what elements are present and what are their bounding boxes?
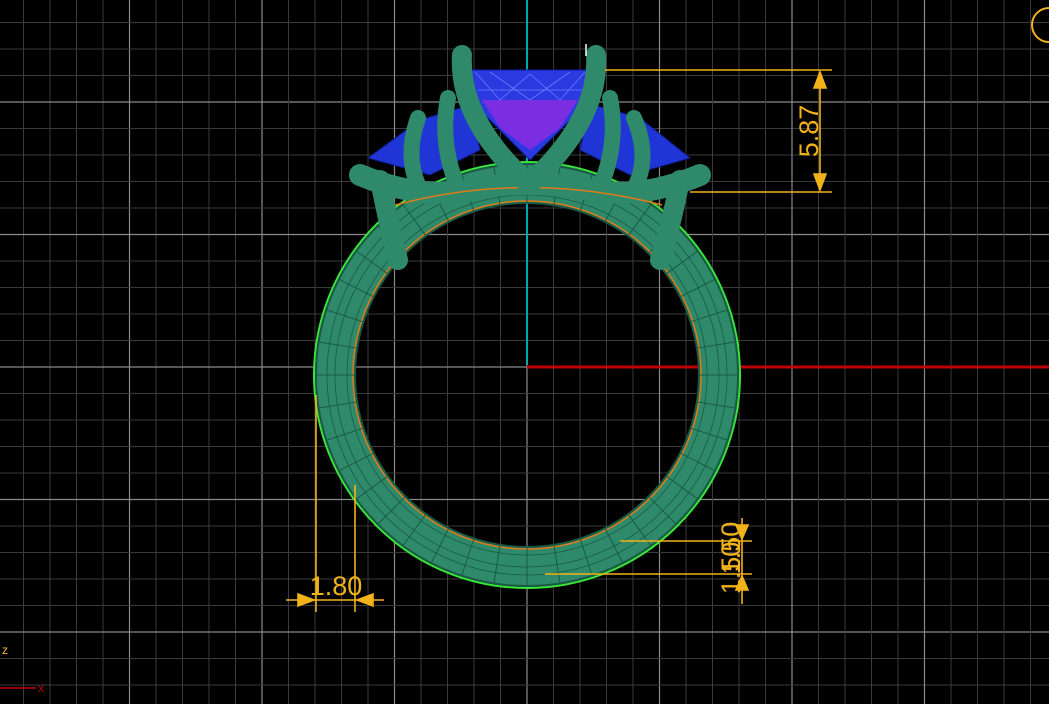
axis-label-x: x (38, 681, 44, 695)
side-prong-left-inner (437, 90, 463, 188)
side-prong-right-outer (626, 110, 651, 193)
side-prong-left-outer (403, 110, 426, 193)
dimension-band-bottom-value: 1.50 (716, 542, 746, 595)
axis-label-z: z (2, 643, 8, 657)
side-prong-right-inner (595, 90, 621, 188)
cad-viewport[interactable]: 5.87 1.50 1.50 1.80 z x (0, 0, 1049, 704)
dimension-band-width-value: 1.80 (310, 571, 363, 601)
dimension-height-value: 5.87 (794, 105, 824, 158)
